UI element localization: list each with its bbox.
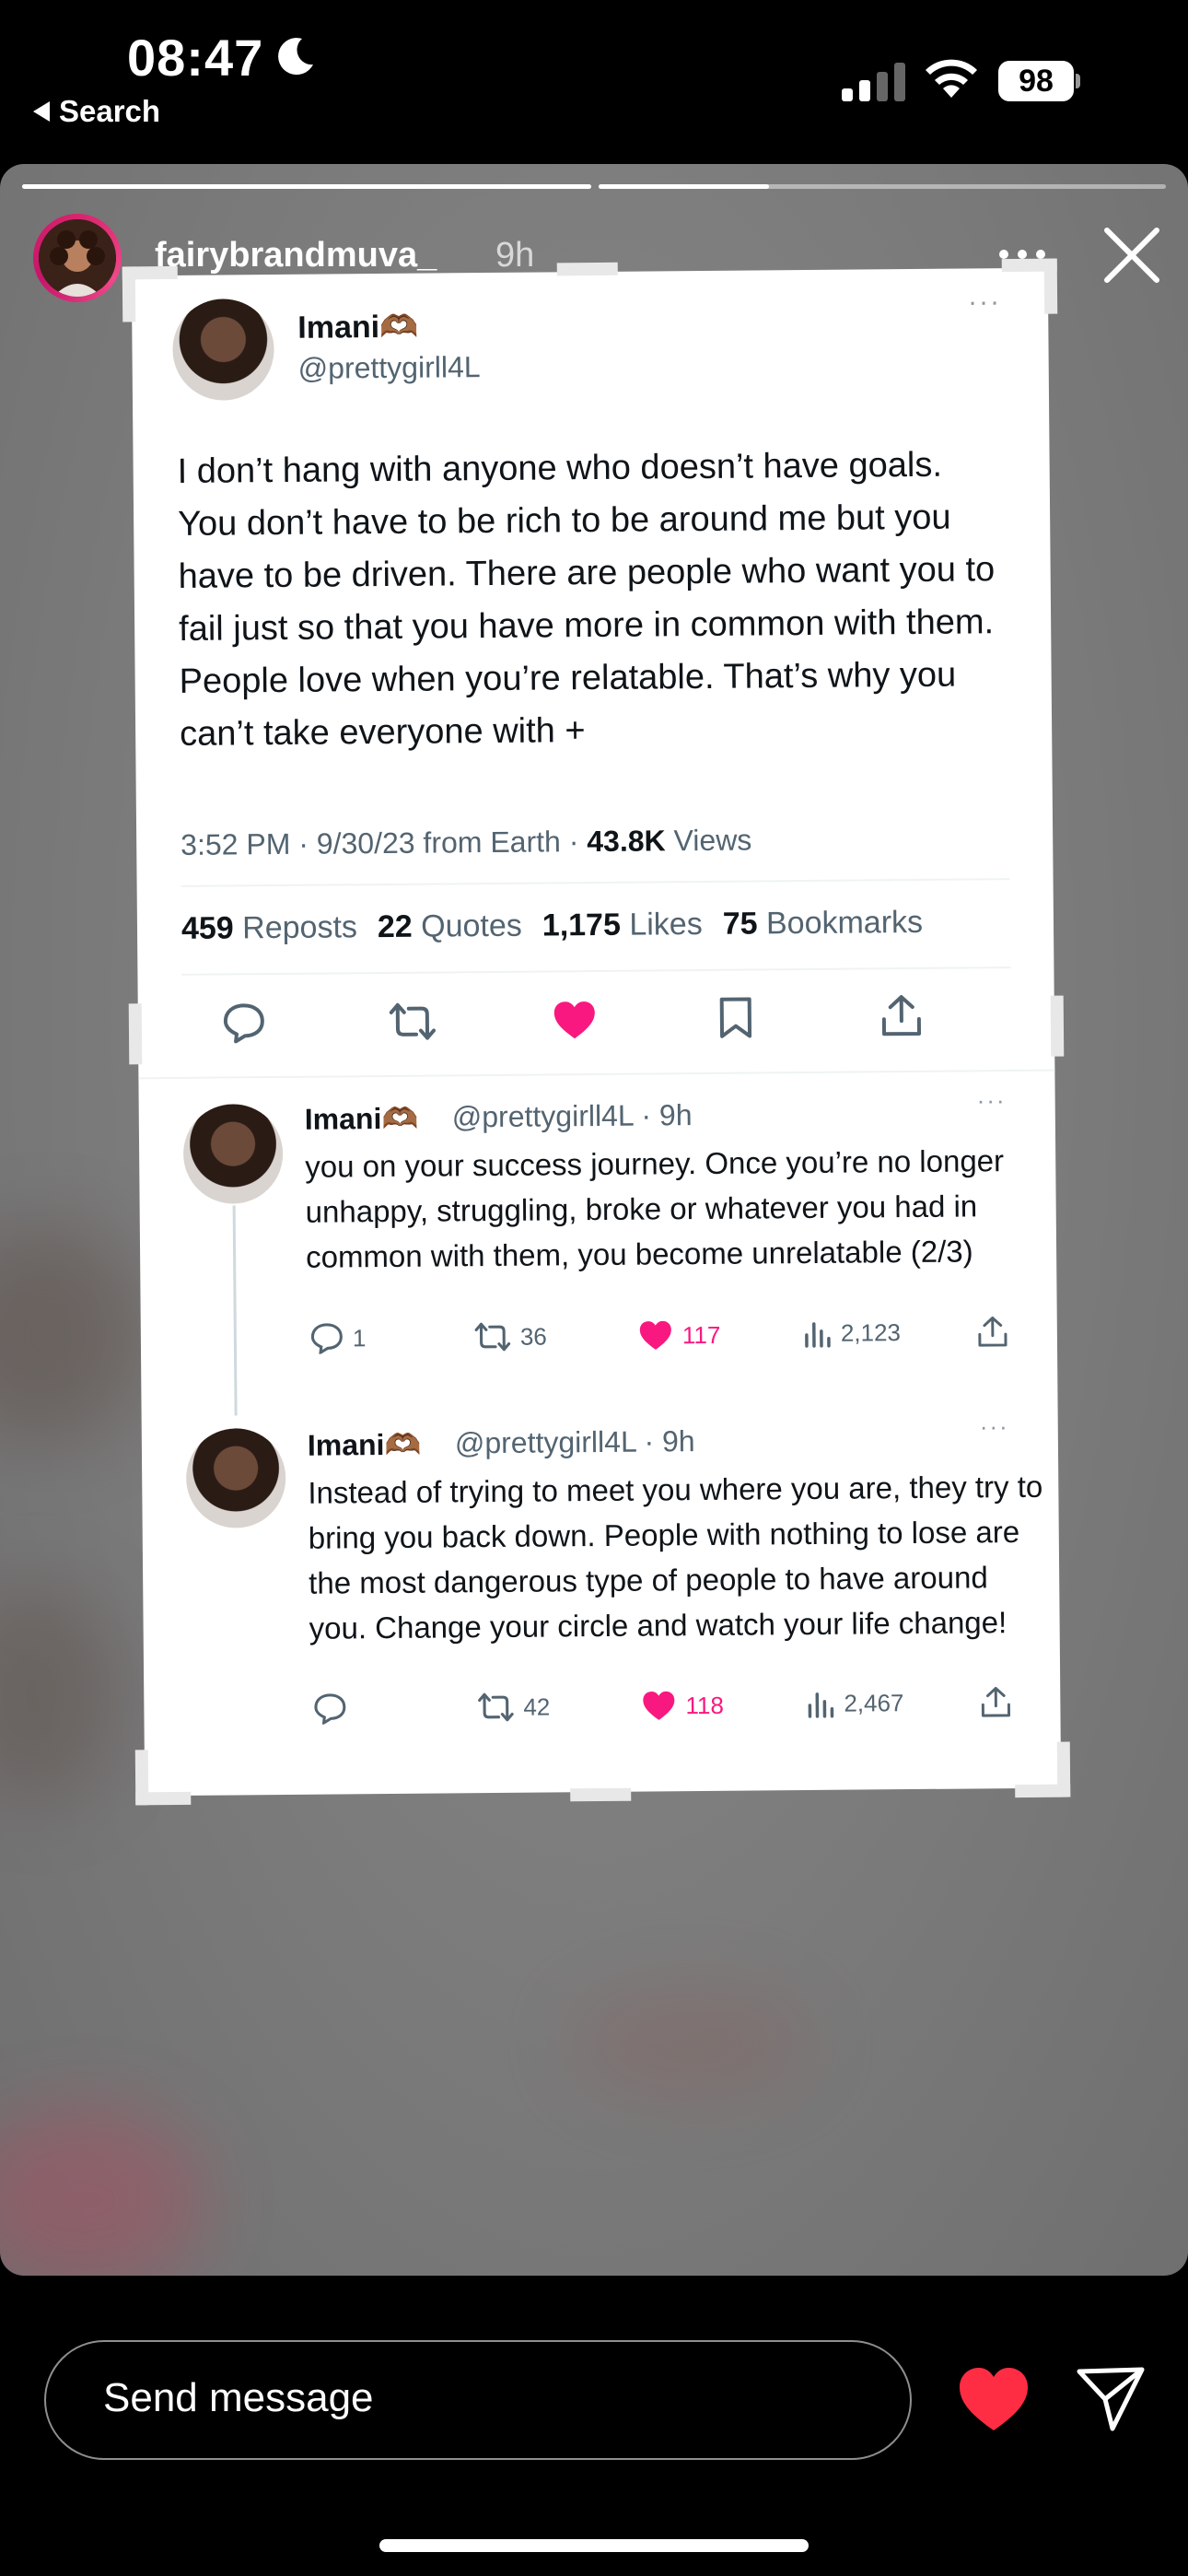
- like-icon: [639, 1320, 671, 1350]
- views-icon: [805, 1322, 831, 1348]
- stat-quotes: 22 Quotes: [377, 907, 522, 945]
- status-bar: 08:47 Search 98: [0, 0, 1188, 161]
- tweet-timestamp: 3:52 PM · 9/30/23 from Earth ·: [181, 825, 588, 861]
- progress-fill: [22, 184, 591, 189]
- avatar-image: [39, 219, 116, 297]
- reply-view-count: 2,467: [807, 1688, 904, 1718]
- tweet-meta: 3:52 PM · 9/30/23 from Earth · 43.8K Vie…: [181, 824, 751, 862]
- reply-repost-count: 36: [474, 1320, 547, 1352]
- stat-bookmarks: 75 Bookmarks: [722, 904, 924, 942]
- reply-author-name: Imani🫶🏾: [304, 1101, 419, 1136]
- send-message-placeholder: Send message: [103, 2375, 374, 2420]
- home-indicator[interactable]: [379, 2539, 809, 2552]
- reply-reply-count: [313, 1692, 355, 1725]
- battery-level: 98: [998, 61, 1074, 101]
- story-time-ago: 9h: [495, 236, 535, 275]
- cellular-signal-icon: [842, 63, 905, 101]
- wifi-icon: [926, 59, 977, 98]
- reply-repost-count: 42: [477, 1691, 550, 1723]
- reply-like-count: 118: [641, 1690, 724, 1722]
- reply-view-count: 2,123: [804, 1317, 901, 1348]
- like-story-heart-icon[interactable]: [958, 2366, 1030, 2432]
- battery-indicator: 98: [998, 61, 1080, 101]
- reply-meta: @prettygirll4L · 9h: [454, 1424, 695, 1460]
- tweet-author-handle: @prettygirll4L: [297, 350, 481, 385]
- reply-avatar: [182, 1103, 284, 1204]
- reply-share-icon: [981, 1686, 1011, 1717]
- reply-share-icon: [978, 1316, 1007, 1347]
- close-icon[interactable]: [1103, 227, 1160, 284]
- tweet-actions: [138, 989, 1054, 1052]
- reply-author-name: Imani🫶🏾: [307, 1427, 422, 1462]
- reply-more-icon: ···: [979, 1412, 1009, 1441]
- repost-icon: [478, 1692, 514, 1722]
- like-icon: [643, 1691, 675, 1720]
- reply-more-icon: ···: [976, 1086, 1007, 1115]
- reply-text: you on your success journey. Once you’re…: [305, 1143, 1005, 1274]
- repost-icon: [389, 1002, 436, 1040]
- story-username[interactable]: fairybrandmuva_: [155, 236, 437, 275]
- story-progress-2: [599, 184, 1166, 189]
- share-icon: [881, 995, 922, 1036]
- tweet-author-avatar: [172, 299, 275, 401]
- status-time: 08:47: [127, 29, 264, 87]
- reply-meta: @prettygirll4L · 9h: [451, 1098, 693, 1134]
- tweet-screenshot: Imani🫶🏾 @prettygirll4L ··· I don’t hang …: [122, 258, 1071, 1806]
- send-paper-plane-icon[interactable]: [1076, 2364, 1146, 2434]
- stat-reposts: 459 Reposts: [181, 909, 358, 946]
- back-to-search-link[interactable]: Search: [33, 94, 160, 129]
- reply-icon: [310, 1323, 343, 1354]
- views-icon: [808, 1692, 834, 1718]
- tweet-more-icon: ···: [967, 287, 1002, 318]
- reply-text: Instead of trying to meet you where you …: [308, 1469, 1043, 1645]
- reply-like-count: 117: [638, 1319, 721, 1352]
- tweet-author-name: Imani🫶🏾: [297, 309, 419, 345]
- tweet-stats: 459 Reposts 22 Quotes 1,175 Likes 75 Boo…: [181, 905, 923, 947]
- progress-fill: [599, 184, 769, 189]
- moon-icon: [278, 38, 313, 76]
- story-avatar[interactable]: [33, 214, 122, 302]
- reply-icon: [314, 1693, 346, 1725]
- tweet-text: I don’t hang with anyone who doesn’t hav…: [177, 445, 996, 754]
- like-icon: [553, 1001, 595, 1039]
- bookmark-icon: [719, 997, 752, 1038]
- tweet-views-label: Views: [665, 823, 752, 858]
- reply-reply-count: 1: [310, 1322, 367, 1354]
- reply-avatar: [185, 1427, 286, 1528]
- back-arrow-icon: [33, 101, 50, 122]
- back-search-label: Search: [59, 94, 161, 128]
- repost-icon: [474, 1322, 511, 1352]
- reply-icon: [223, 1003, 264, 1044]
- story-progress-1: [22, 184, 591, 189]
- tweet-views-count: 43.8K: [587, 824, 666, 859]
- stat-likes: 1,175 Likes: [542, 906, 703, 943]
